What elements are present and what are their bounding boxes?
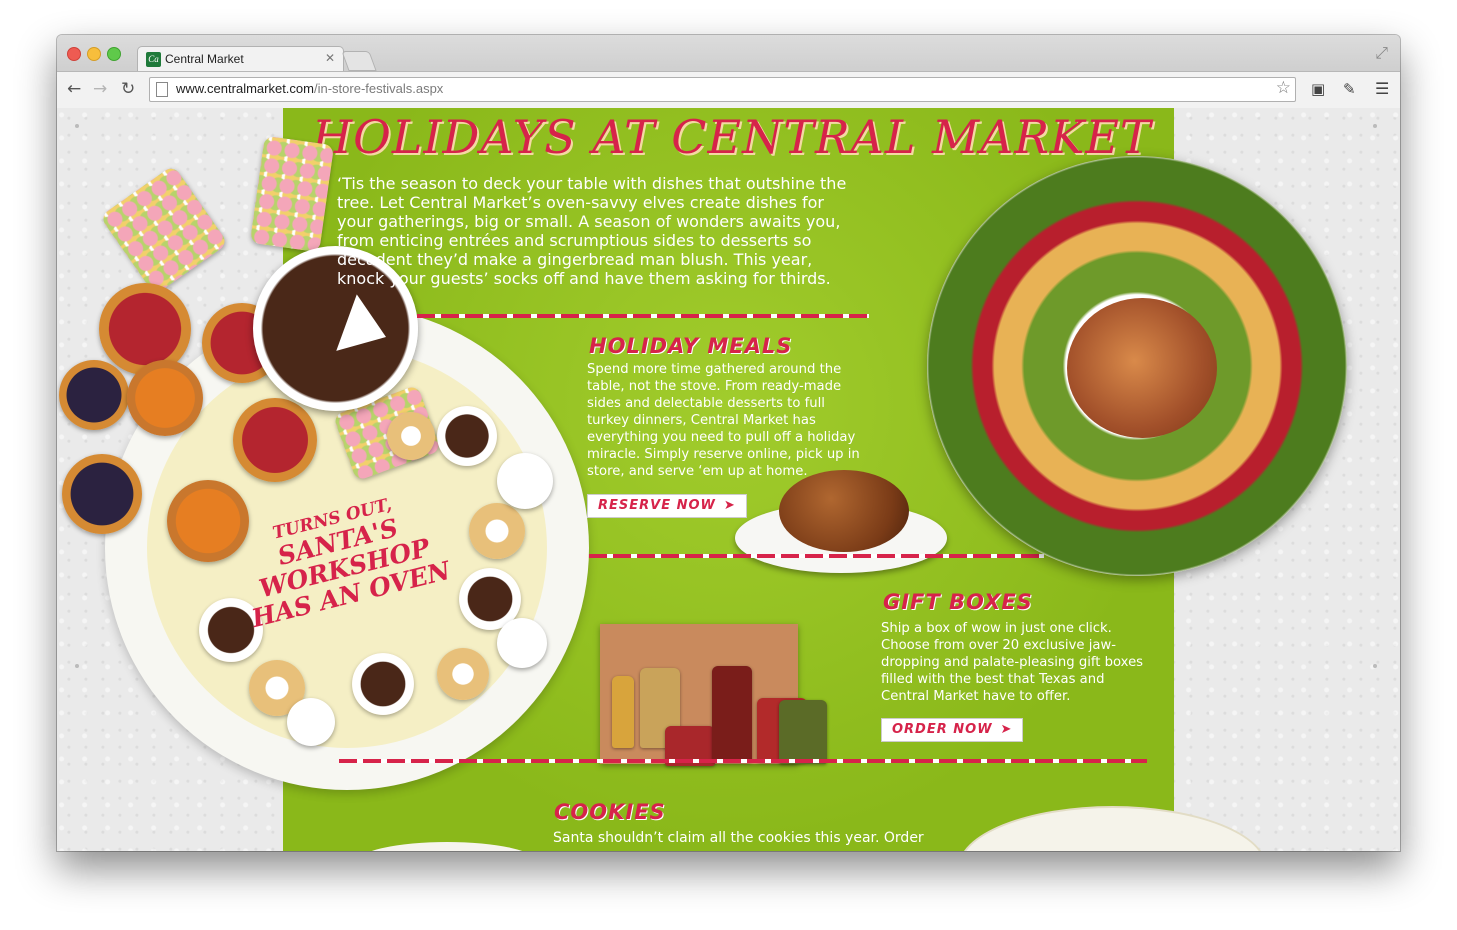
minimize-window-button[interactable] (87, 47, 101, 61)
bookmark-star-icon[interactable]: ☆ (1276, 78, 1291, 98)
donut-image (437, 648, 489, 700)
url-path: /in-store-festivals.aspx (313, 81, 444, 96)
tab-title: Central Market (165, 52, 244, 66)
section-divider (417, 314, 869, 318)
reload-icon[interactable]: ↻ (121, 79, 135, 99)
fullscreen-icon[interactable]: ⤢ (1375, 43, 1388, 63)
decor-dot (75, 124, 79, 128)
central-market-favicon-icon: Ca (146, 52, 161, 67)
cookie-plate-image (497, 453, 553, 509)
close-window-button[interactable] (67, 47, 81, 61)
zoom-window-button[interactable] (107, 47, 121, 61)
cookie-plate-image (497, 618, 547, 668)
section-divider (589, 554, 1044, 558)
page-icon (156, 82, 168, 97)
reserve-now-label: RESERVE NOW (598, 498, 716, 513)
order-now-button[interactable]: ORDER NOW ➤ (881, 718, 1024, 742)
gift-boxes-body: Ship a box of wow in just one click. Cho… (881, 621, 1144, 704)
donut-image (387, 412, 435, 460)
tab-bar: Ca Central Market ✕ ⤢ (57, 35, 1400, 72)
decor-dot (75, 664, 79, 668)
address-bar[interactable]: www.centralmarket.com/in-store-festivals… (149, 77, 1296, 102)
order-now-label: ORDER NOW (892, 722, 993, 737)
browser-toolbar: ← → ↻ www.centralmarket.com/in-store-fes… (57, 71, 1400, 109)
guacamole-jar-image (779, 700, 827, 764)
arrow-icon: ➤ (1000, 722, 1013, 737)
sauce-bottle-image (612, 676, 634, 748)
browser-window: Ca Central Market ✕ ⤢ ← → ↻ www.centralm… (57, 35, 1400, 851)
extension-pen-icon[interactable]: ✎ (1343, 80, 1356, 98)
pie-image (62, 454, 142, 534)
holiday-meals-body: Spend more time gathered around the tabl… (587, 362, 860, 479)
intro-paragraph: ‘Tis the season to deck your table with … (337, 174, 847, 288)
decor-dot (1373, 664, 1377, 668)
chocolate-tart-image (352, 653, 414, 715)
pie-image (233, 398, 317, 482)
macaron-box-image (249, 135, 335, 253)
pie-image (127, 360, 203, 436)
hamburger-menu-icon[interactable]: ☰ (1375, 79, 1389, 98)
extension-icon[interactable]: ▣ (1311, 80, 1325, 98)
glazed-ham-image (1067, 298, 1217, 438)
bbq-sauce-bottle-image (712, 666, 752, 762)
url-host: www.centralmarket.com (176, 81, 314, 96)
holiday-meals-title: HOLIDAY MEALS (589, 334, 793, 358)
macaron-box-image (99, 164, 229, 296)
page-headline: HOLIDAYS AT CENTRAL MARKET (312, 110, 1152, 164)
pie-image (59, 360, 129, 430)
chocolate-tart-image (437, 406, 497, 466)
decor-dot (1373, 124, 1377, 128)
reserve-now-button[interactable]: RESERVE NOW ➤ (587, 494, 747, 518)
new-tab-button[interactable] (341, 51, 377, 71)
arrow-icon: ➤ (723, 498, 736, 513)
url-text[interactable]: www.centralmarket.com/in-store-festivals… (176, 81, 443, 96)
back-arrow-icon[interactable]: ← (67, 79, 81, 99)
forward-arrow-icon[interactable]: → (93, 79, 107, 99)
gift-boxes-title: GIFT BOXES (883, 590, 1033, 614)
page-viewport: HOLIDAYS AT CENTRAL MARKET TURNS OUT, SA… (57, 108, 1400, 851)
tab-close-icon[interactable]: ✕ (325, 51, 335, 65)
browser-tab[interactable]: Ca Central Market ✕ (137, 46, 344, 72)
cookies-title: COOKIES (554, 800, 666, 824)
section-divider (339, 759, 1147, 763)
cookie-plate-image (287, 698, 335, 746)
cookies-body: Santa shouldn’t claim all the cookies th… (553, 830, 924, 851)
roast-turkey-image (779, 470, 909, 552)
